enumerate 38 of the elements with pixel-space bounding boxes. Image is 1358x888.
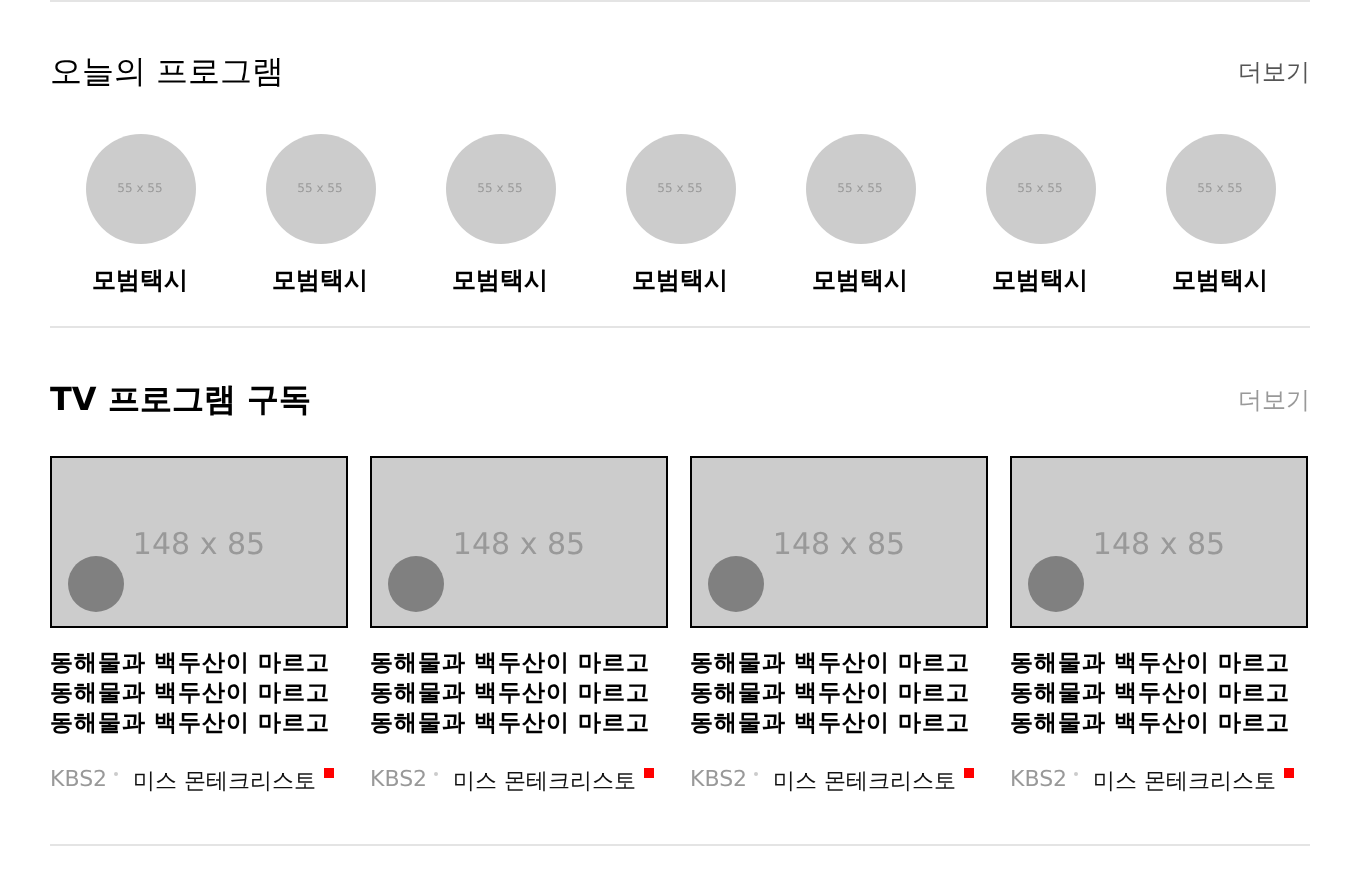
program-name[interactable]: 모범택시 [452,264,548,298]
program-name[interactable]: 모범택시 [632,264,728,298]
channel-name: KBS2 [370,766,428,792]
program-name[interactable]: 모범택시 [272,264,368,298]
video-title[interactable]: 동해물과 백두산이 마르고 [690,678,990,708]
program-name[interactable]: 미스 몬테크리스토 [453,766,637,796]
avatar-icon [388,556,444,612]
avatar-icon [708,556,764,612]
new-marker-icon [964,768,975,778]
new-marker-icon [324,768,335,778]
program-name[interactable]: 모범택시 [1172,264,1268,298]
channel-name: KBS2 [1010,766,1068,792]
channel-name: KBS2 [690,766,748,792]
program-name[interactable]: 모범택시 [92,264,188,298]
avatar-icon [1028,556,1084,612]
video-title[interactable]: 동해물과 백두산이 마르고 [1010,708,1310,738]
video-title[interactable]: 동해물과 백두산이 마르고 [370,708,670,738]
program-name[interactable]: 모범택시 [812,264,908,298]
video-title[interactable]: 동해물과 백두산이 마르고 [50,708,350,738]
video-title[interactable]: 동해물과 백두산이 마르고 [690,708,990,738]
more-link[interactable]: 더보기 [1238,55,1310,89]
program-name[interactable]: 미스 몬테크리스토 [1093,766,1277,796]
video-title[interactable]: 동해물과 백두산이 마르고 [1010,678,1310,708]
video-title[interactable]: 동해물과 백두산이 마르고 [1010,648,1310,678]
video-title[interactable]: 동해물과 백두산이 마르고 [690,648,990,678]
program-name[interactable]: 모범택시 [992,264,1088,298]
video-title[interactable]: 동해물과 백두산이 마르고 [370,678,670,708]
video-title[interactable]: 동해물과 백두산이 마르고 [370,648,670,678]
section-title: 오늘의 프로그램 [50,51,285,93]
program-name[interactable]: 미스 몬테크리스토 [133,766,317,796]
channel-name: KBS2 [50,766,108,792]
new-marker-icon [644,768,655,778]
new-marker-icon [1284,768,1295,778]
video-title[interactable]: 동해물과 백두산이 마르고 [50,678,350,708]
avatar-icon [68,556,124,612]
program-name[interactable]: 미스 몬테크리스토 [773,766,957,796]
section-title: TV 프로그램 구독 [50,379,311,421]
video-title[interactable]: 동해물과 백두산이 마르고 [50,648,350,678]
